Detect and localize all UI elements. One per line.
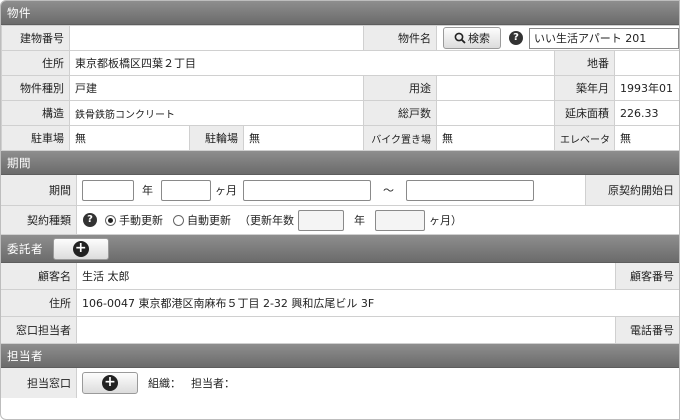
client-name-value: 生活 太郎 [82, 270, 130, 283]
structure-label: 構造 [1, 100, 70, 126]
lot-label: 地番 [554, 50, 616, 76]
search-button-label: 検索 [468, 32, 491, 45]
staff-window-row: 担当窓口 + 組織： 担当者： [1, 368, 679, 398]
contact-row: 窓口担当者 電話番号 [1, 317, 679, 344]
address-value: 東京都板橋区四葉２丁目 [68, 50, 556, 76]
period-label: 期間 [1, 175, 77, 205]
contract-type-label: 契約種類 [1, 206, 77, 234]
person-label: 担当者： [191, 377, 235, 390]
type-value: 戸建 [68, 75, 365, 101]
manual-renewal-radio[interactable] [105, 214, 116, 226]
plus-icon: + [73, 239, 89, 257]
search-icon [454, 32, 466, 44]
add-consignor-button[interactable]: + [53, 237, 109, 260]
property-name-select-value: いい生活アパート 201 [534, 32, 647, 45]
structure-value: 鉄骨鉄筋コンクリート [68, 100, 365, 126]
staff-window-label: 担当窓口 [1, 368, 77, 398]
phone-label: 電話番号 [615, 317, 679, 343]
orig-start-label: 原契約開始日 [585, 175, 679, 205]
section-title: 担当者 [7, 348, 43, 363]
property-table: 建物番号 物件名 検索 ? いい生活アパート 201 住所 東京都板橋区四葉２丁… [1, 25, 679, 151]
lot-value [614, 50, 679, 76]
section-title: 期間 [7, 155, 31, 170]
renewal-years-input[interactable] [298, 209, 344, 231]
plus-icon: + [102, 375, 118, 391]
section-header-period: 期間 [1, 151, 679, 175]
help-icon[interactable]: ? [83, 213, 97, 227]
renewal-months-input[interactable] [375, 209, 425, 231]
section-header-staff: 担当者 [1, 344, 679, 368]
parking-value: 無 [69, 125, 190, 151]
tilde: ～ [383, 184, 394, 197]
contract-type-row: 契約種類 ? 手動更新 自動更新 （更新年数 年 ヶ月） [1, 206, 679, 235]
type-label: 物件種別 [1, 75, 70, 101]
renewal-month-unit: ヶ月） [429, 214, 462, 227]
built-value: 1993年01 [614, 75, 679, 101]
address-label: 住所 [1, 50, 70, 76]
org-label: 組織： [148, 377, 181, 390]
auto-renewal-radio[interactable] [173, 214, 184, 226]
section-title: 物件 [7, 5, 31, 20]
search-button[interactable]: 検索 [443, 27, 502, 49]
help-icon[interactable]: ? [509, 31, 524, 45]
renewal-prefix: （更新年数 [239, 214, 294, 227]
contract-form: 物件 建物番号 物件名 検索 ? いい生活アパート 201 住所 東京都板橋区四… [0, 0, 680, 420]
bike-value: 無 [436, 125, 556, 151]
add-staff-button[interactable]: + [82, 372, 138, 394]
elevator-label: エレベータ [554, 125, 616, 151]
floor-area-value: 226.33 [614, 100, 679, 126]
period-row: 期間 年 ヶ月 ～ 原契約開始日 [1, 175, 679, 206]
floor-area-label: 延床面積 [554, 100, 616, 126]
units-value [436, 100, 556, 126]
property-name-select[interactable]: いい生活アパート 201 [529, 27, 679, 49]
year-unit: 年 [142, 184, 153, 197]
usage-label: 用途 [363, 75, 438, 101]
period-start-input[interactable] [243, 179, 371, 201]
bicycle-label: 駐輪場 [189, 125, 244, 151]
client-address-row: 住所 106-0047 東京都港区南麻布５丁目 2-32 興和広尾ビル 3F [1, 290, 679, 317]
auto-renewal-label: 自動更新 [187, 214, 231, 227]
period-end-input[interactable] [406, 179, 534, 201]
client-name-label: 顧客名 [1, 263, 77, 289]
building-no-label: 建物番号 [1, 25, 70, 51]
client-no-label: 顧客番号 [615, 263, 679, 289]
period-years-input[interactable] [82, 179, 134, 201]
contact-label: 窓口担当者 [1, 317, 77, 343]
section-title: 委託者 [7, 241, 43, 256]
property-name-label: 物件名 [364, 26, 438, 50]
units-label: 総戸数 [363, 100, 438, 126]
section-header-property: 物件 [1, 1, 679, 25]
section-header-consignor: 委託者 + [1, 235, 679, 263]
client-address-label: 住所 [1, 290, 77, 316]
client-name-row: 顧客名 生活 太郎 顧客番号 [1, 263, 679, 290]
bicycle-value: 無 [242, 125, 365, 151]
manual-renewal-label: 手動更新 [119, 214, 163, 227]
period-months-input[interactable] [161, 179, 211, 201]
building-no-field[interactable] [68, 25, 365, 51]
bike-label: バイク置き場 [363, 125, 438, 151]
built-label: 築年月 [554, 75, 616, 101]
elevator-value: 無 [614, 125, 679, 151]
renewal-year-unit: 年 [354, 214, 365, 227]
usage-value [436, 75, 556, 101]
client-address-value: 106-0047 東京都港区南麻布５丁目 2-32 興和広尾ビル 3F [82, 297, 375, 310]
month-unit: ヶ月 [215, 184, 237, 197]
parking-label: 駐車場 [1, 125, 70, 151]
